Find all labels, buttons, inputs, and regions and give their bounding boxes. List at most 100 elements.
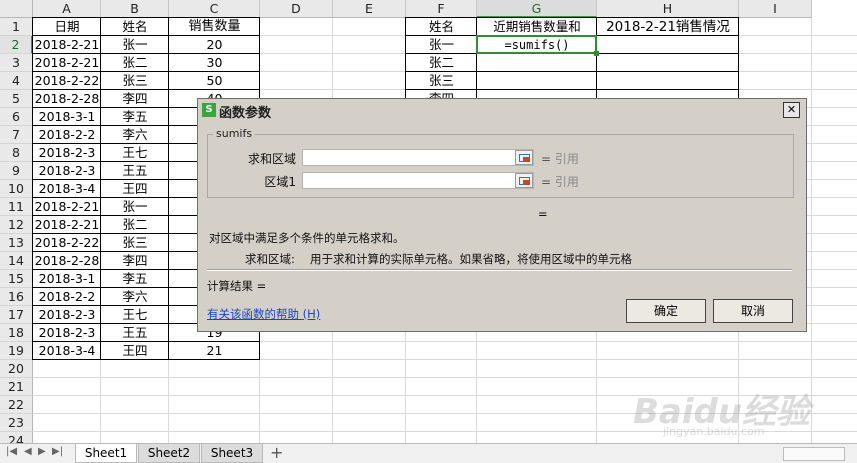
cell-name[interactable]: 张三 [101,234,169,252]
cell-name[interactable]: 张三 [101,72,169,90]
corner-select-all[interactable] [0,0,33,18]
column-header-I[interactable]: I [739,0,812,18]
tab-sheet1[interactable]: Sheet1 [75,444,137,463]
cell-date[interactable]: 2018-3-4 [33,180,101,198]
column-header-F[interactable]: F [406,0,477,18]
header-qty[interactable]: 销售数量 [169,18,260,36]
row-header-12[interactable]: 12 [0,216,33,234]
cell-date[interactable]: 2018-2-21 [33,36,101,54]
cell-name[interactable]: 张二 [101,216,169,234]
cell-qty[interactable]: 30 [169,54,260,72]
row-header-3[interactable]: 3 [0,54,33,72]
cell-name[interactable]: 李五 [101,270,169,288]
column-header-G[interactable]: G [477,0,597,18]
tab-sheet2[interactable]: Sheet2 [138,444,200,463]
cell-name[interactable]: 李四 [101,90,169,108]
row-header-20[interactable]: 20 [0,360,33,378]
cell-date[interactable]: 2018-2-28 [33,90,101,108]
row-header-4[interactable]: 4 [0,72,33,90]
row-header-11[interactable]: 11 [0,198,33,216]
summary-name[interactable]: 张二 [406,54,477,72]
ok-button[interactable]: 确定 [626,299,706,323]
cell-date[interactable]: 2018-2-22 [33,234,101,252]
cell-name[interactable]: 李六 [101,288,169,306]
cell-qty[interactable]: 21 [169,342,260,360]
cell-date[interactable]: 2018-2-2 [33,126,101,144]
column-header-B[interactable]: B [101,0,169,18]
row-header-9[interactable]: 9 [0,162,33,180]
column-header-H[interactable]: H [597,0,739,18]
row-header-17[interactable]: 17 [0,306,33,324]
first-sheet-icon[interactable]: |◀ [6,446,17,457]
add-sheet-icon[interactable]: + [270,444,283,462]
row-header-14[interactable]: 14 [0,252,33,270]
row-header-22[interactable]: 22 [0,396,33,414]
cell-date[interactable]: 2018-3-4 [33,342,101,360]
row-header-2[interactable]: 2 [0,36,33,54]
cell-date[interactable]: 2018-2-3 [33,306,101,324]
row-header-10[interactable]: 10 [0,180,33,198]
cell-name[interactable]: 张一 [101,36,169,54]
summary-name[interactable]: 张三 [406,72,477,90]
cell-date[interactable]: 2018-2-21 [33,198,101,216]
cell-name[interactable]: 王四 [101,180,169,198]
cell-name[interactable]: 王五 [101,162,169,180]
header-name[interactable]: 姓名 [101,18,169,36]
dialog-titlebar[interactable]: S 函数参数 ✕ [198,99,806,121]
row-header-7[interactable]: 7 [0,126,33,144]
row-header-13[interactable]: 13 [0,234,33,252]
row-header-21[interactable]: 21 [0,378,33,396]
cell-date[interactable]: 2018-2-28 [33,252,101,270]
row-header-8[interactable]: 8 [0,144,33,162]
cell-name[interactable]: 王四 [101,342,169,360]
close-icon[interactable]: ✕ [783,102,800,118]
cell-date[interactable]: 2018-2-3 [33,162,101,180]
row-header-15[interactable]: 15 [0,270,33,288]
header-summary-name[interactable]: 姓名 [406,18,477,36]
horizontal-scrollbar[interactable] [783,447,845,461]
cell-name[interactable]: 张一 [101,198,169,216]
sum-range-input[interactable] [302,149,534,166]
fill-handle[interactable] [594,51,599,56]
column-header-D[interactable]: D [260,0,333,18]
summary-name[interactable]: 张一 [406,36,477,54]
cell-name[interactable]: 李四 [101,252,169,270]
row-header-16[interactable]: 16 [0,288,33,306]
row-header-24[interactable]: 24 [0,432,33,443]
prev-sheet-icon[interactable]: ◀ [24,446,32,457]
cell-name[interactable]: 李五 [101,108,169,126]
row-header-19[interactable]: 19 [0,342,33,360]
function-arguments-dialog[interactable]: S 函数参数 ✕ sumifs 求和区域 = 引用 区域1 = 引用 = 对区域… [197,98,807,332]
row-header-5[interactable]: 5 [0,90,33,108]
cell-date[interactable]: 2018-2-2 [33,288,101,306]
cell-name[interactable]: 李六 [101,126,169,144]
cell-qty[interactable]: 20 [169,36,260,54]
cell-name[interactable]: 王七 [101,306,169,324]
header-date[interactable]: 日期 [33,18,101,36]
tab-sheet3[interactable]: Sheet3 [201,444,263,463]
row-header-18[interactable]: 18 [0,324,33,342]
header-recent-sales[interactable]: 近期销售数量和 [477,18,597,36]
cell-date[interactable]: 2018-2-21 [33,216,101,234]
range-select-icon[interactable] [515,150,533,165]
range1-input[interactable] [302,172,534,189]
cell-name[interactable]: 张二 [101,54,169,72]
cell-name[interactable]: 王五 [101,324,169,342]
header-date-sales[interactable]: 2018-2-21销售情况 [597,18,739,36]
cell-date[interactable]: 2018-2-21 [33,54,101,72]
cell-date[interactable]: 2018-3-1 [33,108,101,126]
last-sheet-icon[interactable]: ▶| [52,446,63,457]
cell-date[interactable]: 2018-2-22 [33,72,101,90]
column-header-A[interactable]: A [33,0,101,18]
row-header-23[interactable]: 23 [0,414,33,432]
cancel-button[interactable]: 取消 [713,299,793,323]
column-header-E[interactable]: E [333,0,406,18]
cell-date[interactable]: 2018-2-3 [33,324,101,342]
cell-name[interactable]: 王七 [101,144,169,162]
help-link[interactable]: 有关该函数的帮助 (H) [207,306,320,322]
column-header-C[interactable]: C [169,0,260,18]
row-header-1[interactable]: 1 [0,18,33,36]
range-select-icon[interactable] [515,173,533,188]
cell-date[interactable]: 2018-3-1 [33,270,101,288]
cell-qty[interactable]: 50 [169,72,260,90]
